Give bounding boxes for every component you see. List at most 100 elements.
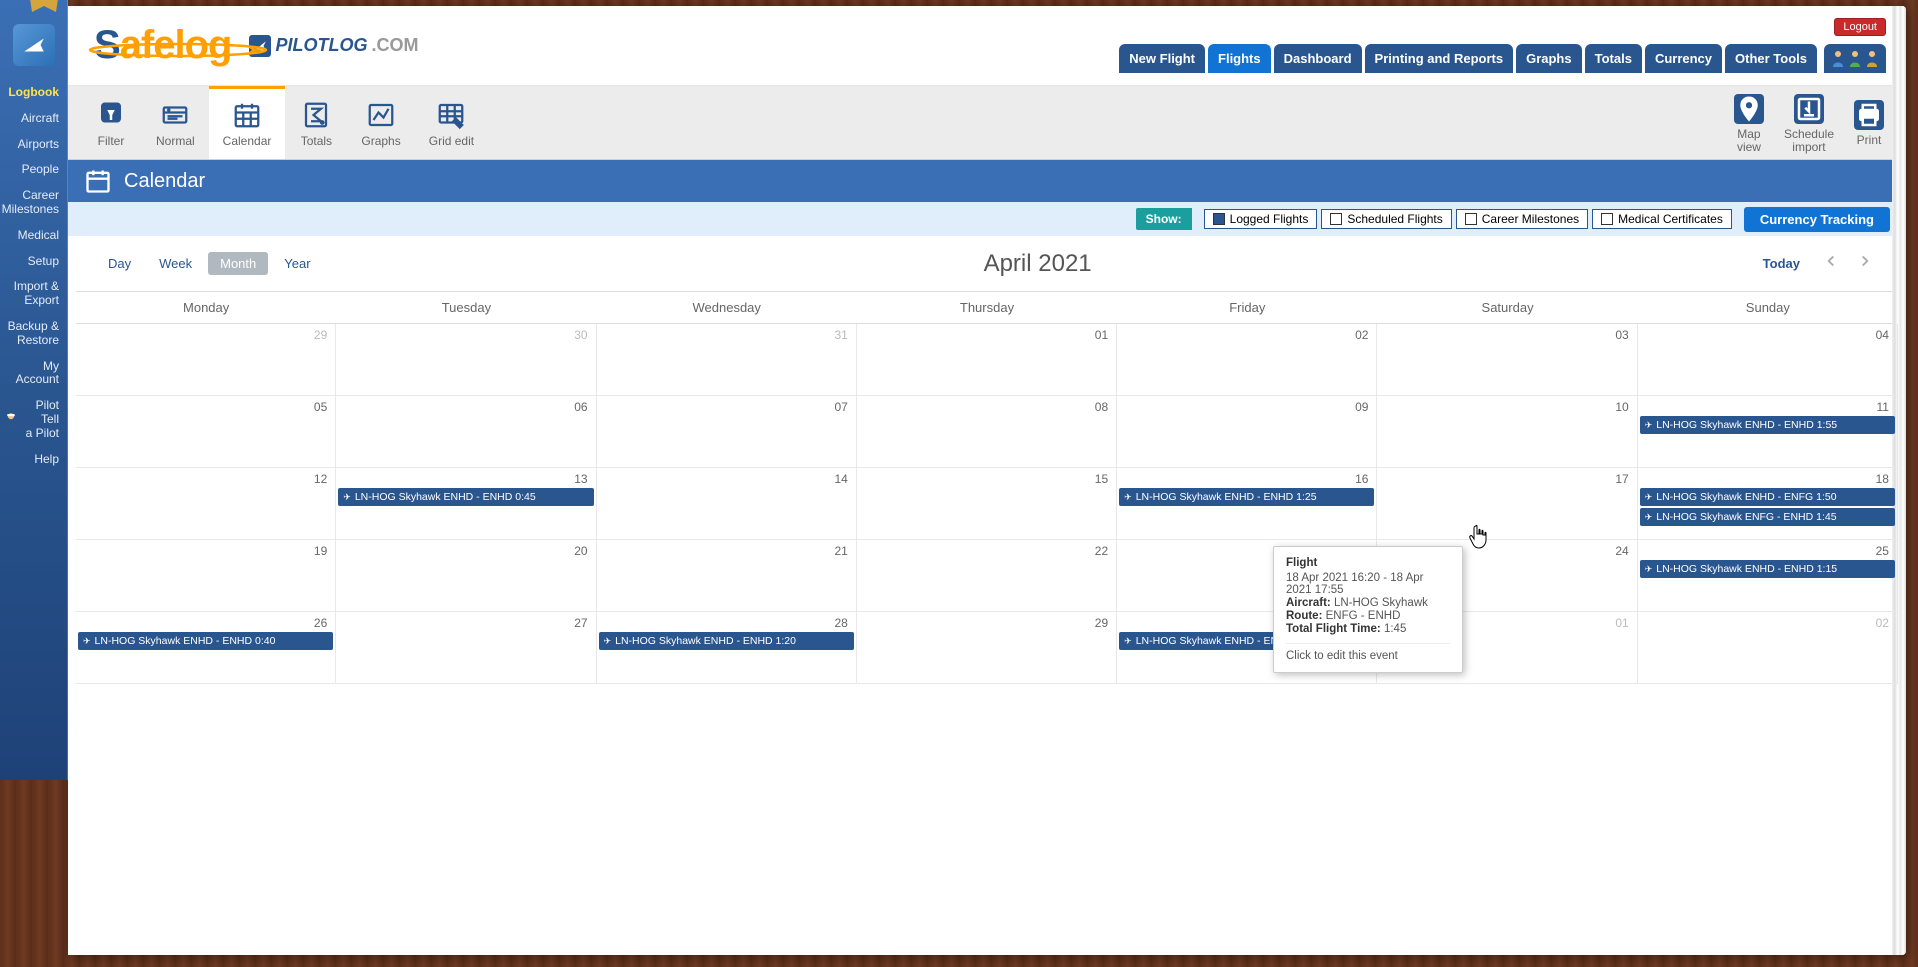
sidebar-item-my-account[interactable]: My Account [0, 354, 67, 394]
sidebar-item-logbook[interactable]: Logbook [0, 80, 67, 106]
nav-tab-other-tools[interactable]: Other Tools [1725, 44, 1817, 73]
nav-tab-graphs[interactable]: Graphs [1516, 44, 1582, 73]
day-cell[interactable]: 01 [857, 324, 1117, 396]
sidebar-item-people[interactable]: People [0, 157, 67, 183]
day-cell[interactable]: 14 [597, 468, 857, 540]
day-cell[interactable]: 07 [597, 396, 857, 468]
day-cell[interactable]: 29 [76, 324, 336, 396]
day-cell[interactable]: 19 [76, 540, 336, 612]
nav-tab-totals[interactable]: Totals [1585, 44, 1642, 73]
plane-icon: ✈ [1645, 512, 1653, 523]
tool-map-view[interactable]: Map view [1724, 86, 1774, 159]
flight-event[interactable]: ✈LN-HOG Skyhawk ENHD - ENHD 1:55 [1640, 416, 1895, 434]
flight-event[interactable]: ✈LN-HOG Skyhawk ENHD - ENFG 1:50 [1640, 488, 1895, 506]
view-tab-month[interactable]: Month [208, 252, 268, 275]
day-number: 03 [1615, 328, 1628, 342]
view-bar: DayWeekMonthYear April 2021 Today [68, 236, 1906, 291]
filter-scheduled-flights[interactable]: Scheduled Flights [1321, 209, 1451, 229]
tool-filter[interactable]: Filter [80, 86, 142, 159]
page-title: Calendar [124, 170, 205, 193]
day-cell[interactable]: 25 ✈LN-HOG Skyhawk ENHD - ENHD 1:15 [1638, 540, 1898, 612]
view-tab-week[interactable]: Week [147, 252, 204, 275]
next-month-button[interactable] [1852, 248, 1878, 279]
day-cell[interactable]: 05 [76, 396, 336, 468]
tooltip-time: 18 Apr 2021 16:20 - 18 Apr 2021 17:55 [1286, 572, 1450, 596]
day-cell[interactable]: 06 [336, 396, 596, 468]
tool-normal[interactable]: Normal [142, 86, 209, 159]
nav-tab-new-flight[interactable]: New Flight [1119, 44, 1205, 73]
day-cell[interactable]: 31 [597, 324, 857, 396]
day-cell[interactable]: 04 [1638, 324, 1898, 396]
currency-tracking-button[interactable]: Currency Tracking [1744, 207, 1890, 232]
flight-event[interactable]: ✈LN-HOG Skyhawk ENHD - ENHD 1:15 [1640, 560, 1895, 578]
flight-event[interactable]: ✈LN-HOG Skyhawk ENFG - ENHD 1:45 [1640, 508, 1895, 526]
sidebar-item-medical[interactable]: Medical [0, 223, 67, 249]
day-cell[interactable]: 15 [857, 468, 1117, 540]
view-tab-year[interactable]: Year [272, 252, 322, 275]
flight-event[interactable]: ✈LN-HOG Skyhawk ENHD - ENHD 0:40 [78, 632, 333, 650]
day-cell[interactable]: 21 [597, 540, 857, 612]
day-cell[interactable]: 12 [76, 468, 336, 540]
flight-event[interactable]: ✈LN-HOG Skyhawk ENHD - ENHD 1:20 [599, 632, 854, 650]
day-number: 04 [1876, 328, 1889, 342]
day-cell[interactable]: 10 [1377, 396, 1637, 468]
day-number: 27 [574, 616, 587, 630]
day-cell[interactable]: 13✈LN-HOG Skyhawk ENHD - ENHD 0:45 [336, 468, 596, 540]
day-cell[interactable]: 02 [1638, 612, 1898, 684]
nav-tab-dashboard[interactable]: Dashboard [1274, 44, 1362, 73]
flight-event[interactable]: ✈LN-HOG Skyhawk ENHD - ENHD 0:45 [338, 488, 593, 506]
day-cell[interactable]: 11✈LN-HOG Skyhawk ENHD - ENHD 1:55 [1638, 396, 1898, 468]
day-number: 12 [314, 472, 327, 486]
tool-totals[interactable]: Totals [285, 86, 347, 159]
weekday-header: Saturday [1377, 292, 1637, 324]
tool-grid-edit[interactable]: Grid edit [415, 86, 488, 159]
filter-medical-certificates[interactable]: Medical Certificates [1592, 209, 1732, 229]
day-cell[interactable]: 20 [336, 540, 596, 612]
day-number: 14 [834, 472, 847, 486]
day-cell[interactable]: 27 [336, 612, 596, 684]
plane-icon: ✈ [343, 492, 351, 503]
nav-tab-currency[interactable]: Currency [1645, 44, 1722, 73]
sidebar-item-pilot-tell-a-pilot[interactable]: Pilot Tell a Pilot [0, 393, 67, 446]
flight-event[interactable]: ✈LN-HOG Skyhawk ENHD - ENHD 1:25 [1119, 488, 1374, 506]
day-cell[interactable]: 28✈LN-HOG Skyhawk ENHD - ENHD 1:20 [597, 612, 857, 684]
day-number: 17 [1615, 472, 1628, 486]
day-cell[interactable]: 29 [857, 612, 1117, 684]
day-cell[interactable]: 16✈LN-HOG Skyhawk ENHD - ENHD 1:25 [1117, 468, 1377, 540]
filter-career-milestones[interactable]: Career Milestones [1456, 209, 1588, 229]
sidebar-item-aircraft[interactable]: Aircraft [0, 106, 67, 132]
day-cell[interactable]: 18✈LN-HOG Skyhawk ENHD - ENFG 1:50✈LN-HO… [1638, 468, 1898, 540]
day-cell[interactable]: 22 [857, 540, 1117, 612]
sidebar-item-help[interactable]: Help [0, 447, 67, 473]
tool-schedule-import[interactable]: Schedule import [1774, 86, 1844, 159]
tool-calendar[interactable]: Calendar [209, 86, 286, 159]
day-number: 05 [314, 400, 327, 414]
day-cell[interactable]: 08 [857, 396, 1117, 468]
day-cell[interactable]: 09 [1117, 396, 1377, 468]
day-cell[interactable]: 17 [1377, 468, 1637, 540]
prev-month-button[interactable] [1818, 248, 1844, 279]
day-number: 01 [1095, 328, 1108, 342]
tooltip-edit-hint: Click to edit this event [1286, 650, 1450, 662]
tool-print[interactable]: Print [1844, 86, 1894, 159]
view-tab-day[interactable]: Day [96, 252, 143, 275]
day-number: 26 [314, 616, 327, 630]
day-cell[interactable]: 26 ✈LN-HOG Skyhawk ENHD - ENHD 0:40 [76, 612, 336, 684]
user-icons[interactable] [1824, 44, 1886, 73]
day-cell[interactable]: 30 [336, 324, 596, 396]
checkbox-icon [1465, 213, 1477, 225]
logout-button[interactable]: Logout [1834, 18, 1886, 36]
tool-graphs[interactable]: Graphs [347, 86, 414, 159]
sidebar-item-airports[interactable]: Airports [0, 132, 67, 158]
sidebar-item-backup-restore[interactable]: Backup & Restore [0, 314, 67, 354]
sidebar-item-setup[interactable]: Setup [0, 249, 67, 275]
today-button[interactable]: Today [1753, 252, 1810, 275]
day-cell[interactable]: 03 [1377, 324, 1637, 396]
day-number: 25 [1876, 544, 1889, 558]
sidebar-item-career-milestones[interactable]: Career Milestones [0, 183, 67, 223]
sidebar-item-import-export[interactable]: Import & Export [0, 274, 67, 314]
nav-tab-flights[interactable]: Flights [1208, 44, 1271, 73]
nav-tab-printing-and-reports[interactable]: Printing and Reports [1365, 44, 1514, 73]
day-cell[interactable]: 02 [1117, 324, 1377, 396]
filter-logged-flights[interactable]: Logged Flights [1204, 209, 1318, 229]
